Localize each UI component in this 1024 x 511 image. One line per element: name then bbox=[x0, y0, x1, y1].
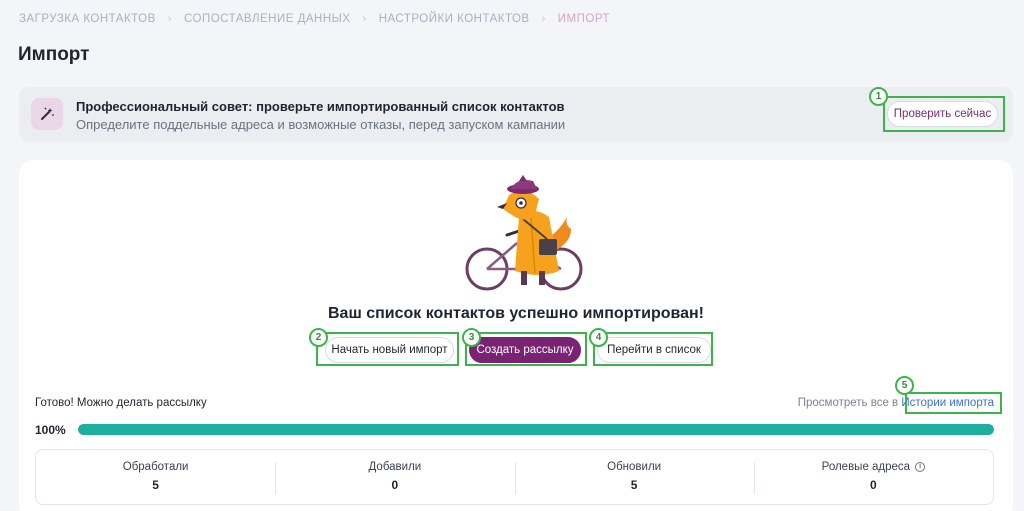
progress-fill bbox=[78, 424, 994, 435]
breadcrumb: ЗАГРУЗКА КОНТАКТОВ › СОПОСТАВЛЕНИЕ ДАННЫ… bbox=[19, 12, 610, 26]
chevron-right-icon: › bbox=[362, 13, 367, 25]
stat-label: Обновили bbox=[607, 461, 662, 473]
stat-processed: Обработали 5 bbox=[36, 450, 275, 504]
annotation-badge-1: 1 bbox=[869, 87, 888, 106]
stat-value: 5 bbox=[152, 478, 159, 492]
progress-percent: 100% bbox=[35, 423, 66, 437]
ready-status-text: Готово! Можно делать рассылку bbox=[35, 397, 207, 409]
progress-bar bbox=[78, 424, 994, 435]
check-now-button[interactable]: Проверить сейчас bbox=[887, 101, 998, 127]
breadcrumb-contact-settings[interactable]: НАСТРОЙКИ КОНТАКТОВ bbox=[379, 13, 530, 25]
stat-updated: Обновили 5 bbox=[514, 450, 754, 504]
start-new-import-button[interactable]: Начать новый импорт bbox=[325, 337, 454, 363]
stat-label: Добавили bbox=[368, 461, 422, 473]
import-result-card: Ваш список контактов успешно импортирова… bbox=[19, 160, 1013, 511]
tip-subtitle: Определите поддельные адреса и возможные… bbox=[76, 117, 566, 132]
breadcrumb-data-mapping[interactable]: СОПОСТАВЛЕНИЕ ДАННЫХ bbox=[184, 13, 351, 25]
pro-tip-banner: Профессиональный совет: проверьте импорт… bbox=[19, 87, 1013, 142]
chevron-right-icon: › bbox=[541, 13, 546, 25]
annotation-badge-2: 2 bbox=[309, 328, 328, 347]
stat-role-addresses: Ролевые адреса i 0 bbox=[753, 450, 993, 504]
success-title: Ваш список контактов успешно импортирова… bbox=[328, 305, 704, 322]
breadcrumb-import: ИМПОРТ bbox=[557, 13, 611, 25]
fox-bicycle-illustration bbox=[465, 175, 583, 291]
annotation-badge-5: 5 bbox=[895, 376, 914, 395]
annotation-badge-3: 3 bbox=[462, 328, 481, 347]
stat-label: Ролевые адреса bbox=[821, 461, 911, 473]
import-history-link[interactable]: Истории импорта bbox=[901, 397, 994, 409]
magic-wand-icon bbox=[31, 98, 63, 130]
tip-title: Профессиональный совет: проверьте импорт… bbox=[76, 99, 565, 114]
breadcrumb-upload-contacts[interactable]: ЗАГРУЗКА КОНТАКТОВ bbox=[19, 13, 156, 25]
stat-added: Добавили 0 bbox=[275, 450, 514, 504]
go-to-list-button[interactable]: Перейти в список bbox=[597, 337, 711, 363]
stat-value: 0 bbox=[391, 478, 399, 492]
chevron-right-icon: › bbox=[167, 13, 172, 25]
stat-value: 5 bbox=[630, 478, 638, 492]
history-prefix: Просмотреть все в bbox=[797, 397, 902, 409]
page-title: Импорт bbox=[18, 44, 90, 65]
info-icon[interactable]: i bbox=[915, 462, 926, 472]
import-stats: Обработали 5 Добавили 0 Обновили 5 Ролев… bbox=[35, 449, 994, 505]
import-history-line: Просмотреть все в Истории импорта bbox=[798, 397, 994, 409]
stat-label: Обработали bbox=[122, 461, 189, 473]
create-campaign-button[interactable]: Создать рассылку bbox=[469, 337, 581, 363]
annotation-badge-4: 4 bbox=[589, 328, 608, 347]
stat-value: 0 bbox=[870, 478, 877, 492]
